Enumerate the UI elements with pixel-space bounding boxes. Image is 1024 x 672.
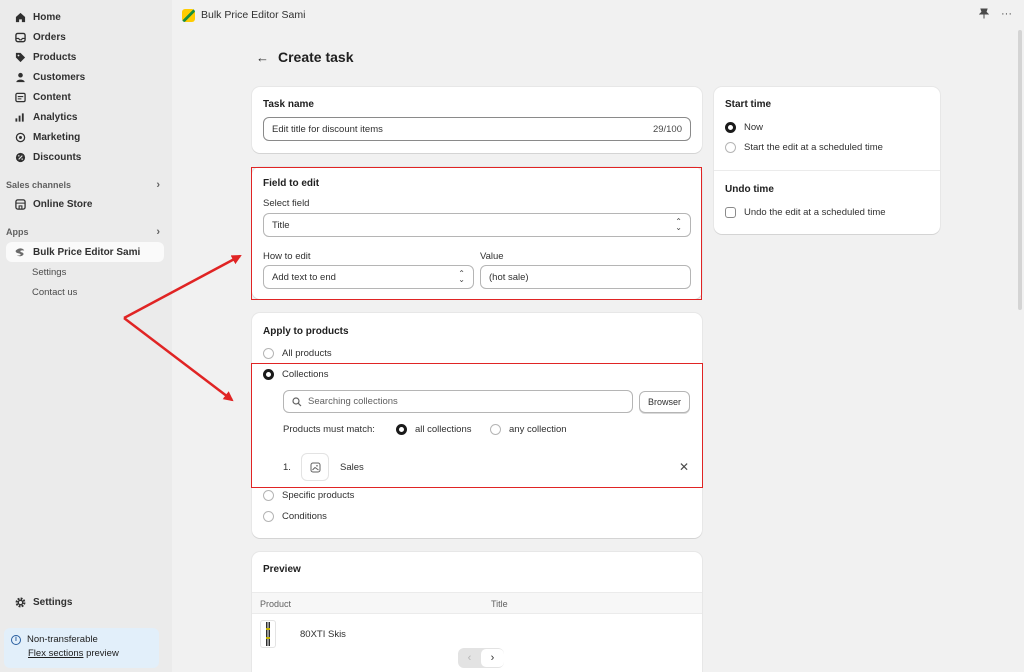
sidebar-item-label: Analytics bbox=[33, 111, 78, 123]
app-name: Bulk Price Editor Sami bbox=[201, 9, 306, 21]
radio-label: Now bbox=[744, 122, 764, 133]
sidebar-item-label: Content bbox=[33, 91, 71, 103]
info-icon: i bbox=[11, 634, 21, 645]
radio-conditions[interactable]: Conditions bbox=[263, 511, 327, 522]
checkbox-label: Undo the edit at a scheduled time bbox=[744, 207, 886, 218]
notice-title: Non-transferable bbox=[27, 634, 98, 645]
main-content: Bulk Price Editor Sami ··· ← Create task… bbox=[172, 0, 1024, 672]
sales-channels-label: Sales channels bbox=[6, 180, 72, 190]
app-topbar: Bulk Price Editor Sami ··· bbox=[172, 0, 1024, 30]
sidebar-item-online-store[interactable]: Online Store bbox=[0, 194, 172, 214]
annotation-box-collections bbox=[251, 363, 703, 488]
content-icon bbox=[14, 91, 26, 103]
undo-time-title: Undo time bbox=[725, 184, 774, 195]
pagination: ‹ › bbox=[458, 648, 504, 668]
undo-scheduled-checkbox[interactable]: Undo the edit at a scheduled time bbox=[725, 207, 886, 218]
apps-header[interactable]: Apps › bbox=[0, 223, 172, 241]
app-logo-icon bbox=[14, 246, 26, 258]
sidebar-item-label: Customers bbox=[33, 71, 86, 83]
page-title: Create task bbox=[278, 49, 354, 65]
radio-label: All products bbox=[282, 348, 332, 359]
flex-sections-link[interactable]: Flex sections bbox=[28, 648, 83, 659]
notice-suffix: preview bbox=[83, 648, 119, 659]
sidebar-item-home[interactable]: Home bbox=[0, 7, 172, 27]
sidebar-item-analytics[interactable]: Analytics bbox=[0, 107, 172, 127]
discount-icon bbox=[14, 151, 26, 163]
chart-icon bbox=[14, 111, 26, 123]
radio-label: Conditions bbox=[282, 511, 327, 522]
page-header: ← Create task bbox=[256, 49, 354, 65]
sidebar-item-orders[interactable]: Orders bbox=[0, 27, 172, 47]
schedule-card: Start time Now Start the edit at a sched… bbox=[714, 87, 940, 234]
product-thumbnail bbox=[260, 620, 276, 648]
non-transferable-notice: i Non-transferable Flex sections preview bbox=[4, 628, 159, 668]
sidebar-subitem-contact-us[interactable]: Contact us bbox=[0, 282, 172, 302]
radio-label: Specific products bbox=[282, 490, 355, 501]
column-header-title: Title bbox=[491, 599, 508, 609]
task-name-counter: 29/100 bbox=[652, 123, 682, 135]
sales-channels-header[interactable]: Sales channels › bbox=[0, 176, 172, 194]
back-arrow-icon[interactable]: ← bbox=[256, 50, 269, 65]
sidebar-item-marketing[interactable]: Marketing bbox=[0, 127, 172, 147]
store-icon bbox=[14, 198, 26, 210]
sidebar-item-label: Orders bbox=[33, 31, 66, 43]
task-name-card: Task name Edit title for discount items … bbox=[252, 87, 702, 153]
annotation-box-field-to-edit bbox=[251, 167, 702, 300]
radio-label: Start the edit at a scheduled time bbox=[744, 142, 883, 153]
target-icon bbox=[14, 131, 26, 143]
radio-start-scheduled[interactable]: Start the edit at a scheduled time bbox=[725, 142, 883, 153]
more-icon[interactable]: ··· bbox=[1001, 8, 1012, 22]
prev-page-button[interactable]: ‹ bbox=[458, 652, 481, 664]
pin-icon[interactable] bbox=[978, 8, 990, 22]
column-header-product: Product bbox=[260, 599, 292, 609]
radio-circle-selected bbox=[725, 122, 736, 133]
chevron-right-icon: › bbox=[156, 179, 160, 191]
home-icon bbox=[14, 11, 26, 23]
task-name-value: Edit title for discount items bbox=[272, 123, 383, 135]
sidebar-item-label: Online Store bbox=[33, 198, 93, 210]
sidebar-item-settings[interactable]: Settings bbox=[0, 592, 172, 612]
checkbox-box bbox=[725, 207, 736, 218]
preview-title: Preview bbox=[263, 564, 301, 575]
scrollbar[interactable] bbox=[1018, 30, 1022, 310]
app-logo-icon bbox=[182, 8, 195, 22]
radio-circle bbox=[263, 348, 274, 359]
sidebar-item-label: Discounts bbox=[33, 151, 82, 163]
sidebar-item-label: Bulk Price Editor Sami bbox=[33, 246, 141, 258]
radio-circle bbox=[263, 511, 274, 522]
chevron-right-icon: › bbox=[156, 226, 160, 238]
person-icon bbox=[14, 71, 26, 83]
radio-circle bbox=[263, 490, 274, 501]
gear-icon bbox=[14, 596, 26, 608]
radio-specific-products[interactable]: Specific products bbox=[263, 490, 354, 501]
apps-label: Apps bbox=[6, 227, 29, 237]
sidebar-item-discounts[interactable]: Discounts bbox=[0, 147, 172, 167]
sidebar-item-label: Home bbox=[33, 11, 61, 23]
sidebar-item-bulk-price-editor[interactable]: Bulk Price Editor Sami bbox=[6, 242, 164, 262]
radio-all-products[interactable]: All products bbox=[263, 348, 332, 359]
task-name-title: Task name bbox=[263, 99, 314, 110]
start-time-title: Start time bbox=[725, 99, 772, 110]
sidebar-item-products[interactable]: Products bbox=[0, 47, 172, 67]
radio-circle bbox=[725, 142, 736, 153]
radio-start-now[interactable]: Now bbox=[725, 122, 763, 133]
product-name: 80XTI Skis bbox=[300, 629, 346, 640]
tag-icon bbox=[14, 51, 26, 63]
sidebar-item-label: Products bbox=[33, 51, 77, 63]
apply-to-products-title: Apply to products bbox=[263, 326, 349, 337]
sidebar-subitem-settings[interactable]: Settings bbox=[0, 262, 172, 282]
sidebar: Home Orders Products Customers Content A… bbox=[0, 0, 172, 672]
preview-table-header: Product Title bbox=[252, 592, 702, 614]
divider bbox=[714, 170, 940, 171]
sidebar-item-label: Settings bbox=[33, 596, 73, 608]
inbox-icon bbox=[14, 31, 26, 43]
task-name-input[interactable]: Edit title for discount items 29/100 bbox=[263, 117, 691, 141]
sidebar-item-content[interactable]: Content bbox=[0, 87, 172, 107]
sidebar-item-customers[interactable]: Customers bbox=[0, 67, 172, 87]
sidebar-item-label: Marketing bbox=[33, 131, 81, 143]
next-page-button[interactable]: › bbox=[481, 649, 504, 667]
